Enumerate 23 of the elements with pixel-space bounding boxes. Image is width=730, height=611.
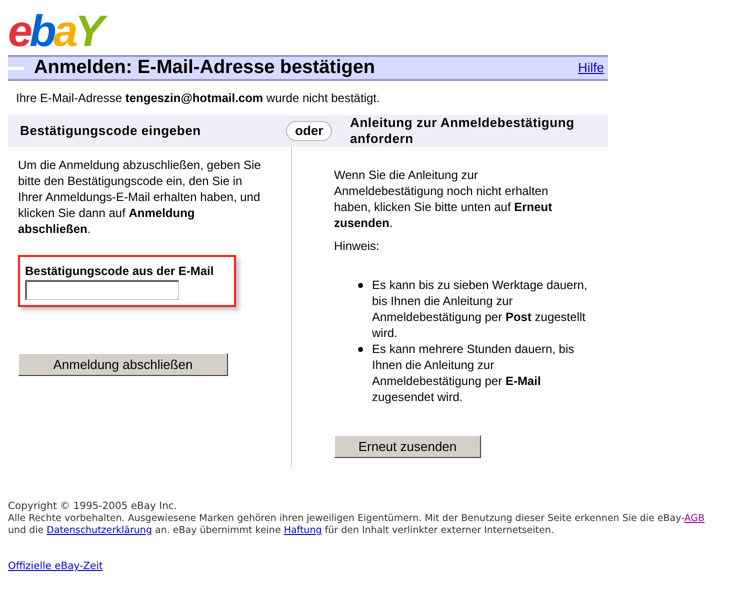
footer-link[interactable]: Datenschutzerklärung xyxy=(46,525,152,536)
copyright-text: Copyright © 1995-2005 eBay Inc. xyxy=(8,501,178,513)
section-heading: Anleitung zur Anmeldebestätigung anfordern xyxy=(350,115,576,147)
note-item: Es kann bis zu sieben Werktage dauern, bis Ihnen die Anleitung zur Anmeldebestätigung per Post zugestellt wird. xyxy=(372,277,588,341)
note-item: Es kann mehrere Stunden dauern, bis Ihnen die Anleitung zur Anmeldebestätigung per E-Mail zugesendet wird. xyxy=(372,341,576,405)
complete-button[interactable]: Anmeldung abschließen xyxy=(18,353,228,376)
page-title: Anmelden: E-Mail-Adresse bestätigen xyxy=(34,56,376,80)
instruction-text: Um die Anmeldung abzuschließen, geben Sie bitte den Bestätigungscode ein, den Sie in Ihrer Anmeldungs-E-Mail erhalten haben, und klicken Sie dann auf Anmeldung abschließen. xyxy=(18,157,262,237)
time-link[interactable]: Offizielle eBay-Zeit xyxy=(8,561,103,573)
or-label: oder xyxy=(286,121,332,141)
help-link[interactable]: Hilfe xyxy=(578,58,604,78)
footer-link[interactable]: Haftung xyxy=(284,525,322,536)
bullet-icon xyxy=(358,347,363,352)
notice-text: Ihre E-Mail-Adresse tengeszin@hotmail.com wurde nicht bestätigt. xyxy=(16,90,381,107)
resend-button[interactable]: Erneut zusenden xyxy=(334,435,481,458)
note-label: Hinweis: xyxy=(334,238,380,255)
footer-link[interactable]: AGB xyxy=(684,513,704,524)
instruction-text: Wenn Sie die Anleitung zur Anmeldebestätigung noch nicht erhalten haben, klicken Sie bitte unten auf Erneut zusenden. xyxy=(334,167,554,231)
bullet-icon xyxy=(358,283,363,288)
section-heading: Bestätigungscode eingeben xyxy=(20,122,201,140)
field-label: Bestätigungscode aus der E-Mail xyxy=(25,263,215,280)
legal-text: Alle Rechte vorbehalten. Ausgewiesene Marken gehören ihren jeweiligen Eigentümern. Mit der Benutzung dieser Seite erkennen Sie die eBay-AGB und die Datenschutzerklärung an. eBay übernimmt keine Haftung für den Inhalt verlinkter externer Internetseiten. xyxy=(8,513,706,537)
code-input[interactable] xyxy=(25,280,179,300)
